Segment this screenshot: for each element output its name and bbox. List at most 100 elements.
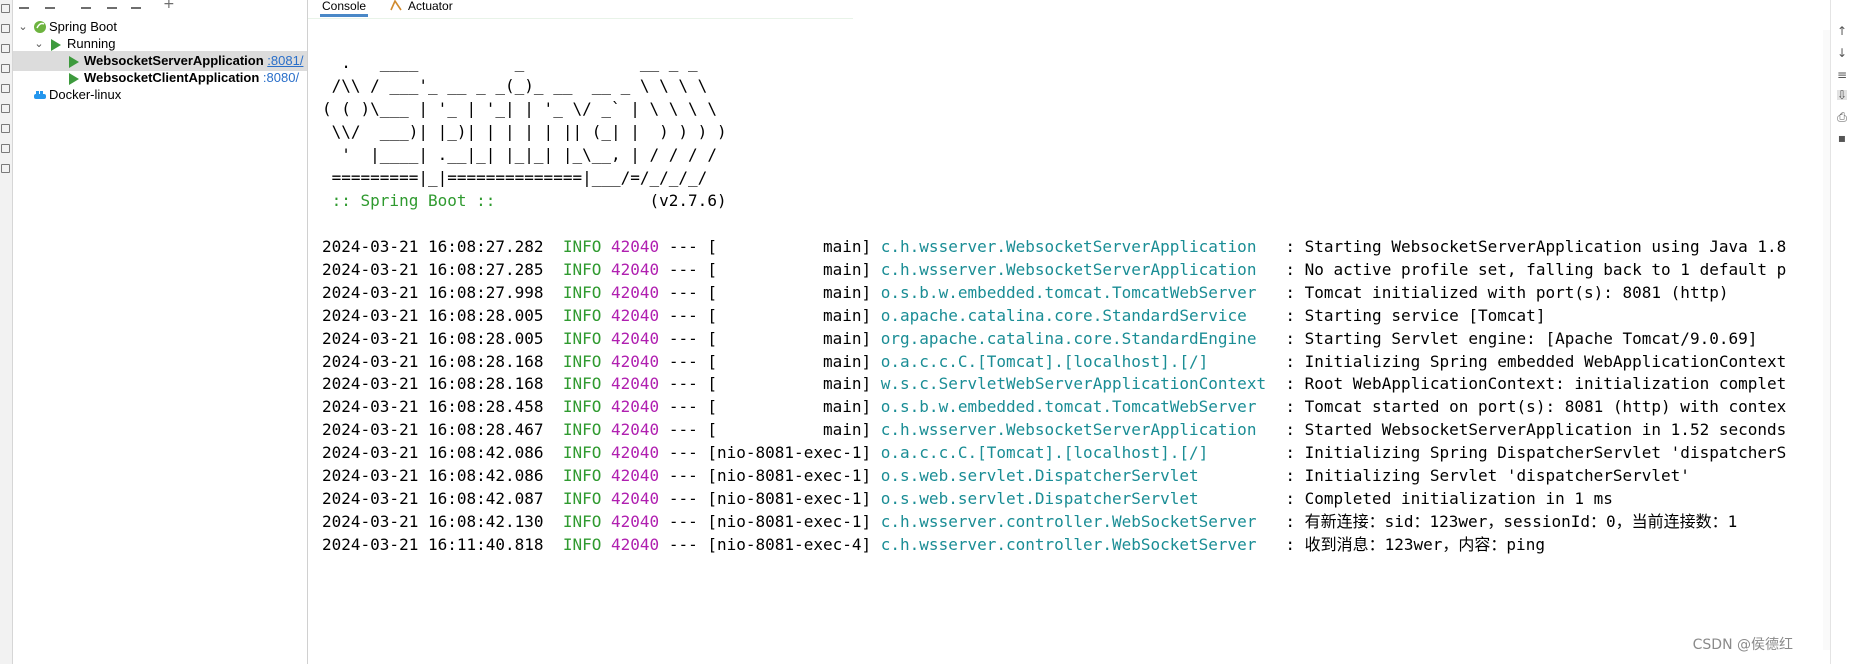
log-timestamp: 2024-03-21 16:08:28.005 xyxy=(322,305,544,325)
services-tree-panel: + ⌄ Spring Boot ⌄ Running WebsocketServe… xyxy=(13,0,308,664)
run-icon xyxy=(69,56,79,68)
pin-icon[interactable] xyxy=(1,164,10,173)
log-timestamp: 2024-03-21 16:08:27.282 xyxy=(322,237,544,256)
log-level: INFO xyxy=(562,305,602,325)
log-level: INFO xyxy=(562,534,602,554)
app-name: WebsocketClientApplication xyxy=(84,70,260,85)
port-link[interactable]: :8080/ xyxy=(263,70,299,85)
log-logger: o.s.web.servlet.DispatcherServlet xyxy=(880,488,1276,508)
log-level: INFO xyxy=(562,237,602,256)
tree-toolbar: + xyxy=(13,0,307,14)
add-service-icon[interactable]: + xyxy=(163,0,175,11)
soft-wrap-icon[interactable]: ≡ xyxy=(1837,69,1847,81)
collapse-icon[interactable] xyxy=(1,4,10,13)
log-level: INFO xyxy=(562,488,602,508)
log-timestamp: 2024-03-21 16:08:27.285 xyxy=(322,259,544,279)
log-separator: --- xyxy=(668,397,698,417)
log-thread: [ main] xyxy=(707,282,872,302)
log-pid: 42040 xyxy=(611,305,660,325)
log-thread: [ main] xyxy=(707,397,872,417)
expand-all-icon[interactable] xyxy=(19,0,29,9)
log-message: : Starting Servlet engine: [Apache Tomca… xyxy=(1285,328,1758,348)
log-thread: [ main] xyxy=(707,374,872,394)
arrow-down-icon[interactable]: ↓ xyxy=(1837,47,1847,59)
left-action-strip xyxy=(0,0,13,664)
log-logger: o.s.b.w.embedded.tomcat.TomcatWebServer xyxy=(880,397,1276,417)
trash-icon[interactable]: ▪ xyxy=(1837,132,1847,144)
group-icon[interactable] xyxy=(81,0,91,9)
log-pid: 42040 xyxy=(611,282,660,302)
arrow-up-icon[interactable]: ↑ xyxy=(1837,25,1847,37)
banner-version: (v2.7.6) xyxy=(649,191,727,210)
log-pid: 42040 xyxy=(611,488,660,508)
log-pid: 42040 xyxy=(611,237,660,256)
log-pid: 42040 xyxy=(611,534,660,554)
log-logger: o.apache.catalina.core.StandardService xyxy=(880,305,1276,325)
log-logger: org.apache.catalina.core.StandardEngine xyxy=(880,328,1276,348)
log-pid: 42040 xyxy=(611,511,660,531)
banner-line: =========|_|==============|___/=/_/_/_/ xyxy=(322,168,708,187)
log-timestamp: 2024-03-21 16:08:42.130 xyxy=(322,511,544,531)
print-icon[interactable]: ⎙ xyxy=(1837,111,1847,123)
log-logger: w.s.c.ServletWebServerApplicationContext xyxy=(880,374,1276,394)
log-pid: 42040 xyxy=(611,259,660,279)
layout-icon[interactable] xyxy=(1,124,10,133)
log-logger: o.a.c.c.C.[Tomcat].[localhost].[/] xyxy=(880,351,1276,371)
log-logger: o.s.web.servlet.DispatcherServlet xyxy=(880,466,1276,485)
log-pid: 42040 xyxy=(611,351,660,371)
log-thread: [ main] xyxy=(707,305,872,325)
log-thread: [ main] xyxy=(707,328,872,348)
port-link[interactable]: :8081/ xyxy=(267,53,303,68)
filter-icon[interactable] xyxy=(107,0,117,9)
jump-to-source-icon[interactable] xyxy=(131,0,141,9)
log-logger: o.s.b.w.embedded.tomcat.TomcatWebServer xyxy=(880,282,1276,302)
log-thread: [nio-8081-exec-1] xyxy=(707,466,872,485)
log-separator: --- xyxy=(668,282,698,302)
scroll-to-end-icon[interactable]: ⇩ xyxy=(1837,89,1847,101)
log-message: : Initializing Spring DispatcherServlet … xyxy=(1285,443,1787,463)
log-thread: [ main] xyxy=(707,420,872,440)
log-message: : 有新连接：sid：123wer，sessionId：0，当前连接数：1 xyxy=(1285,511,1738,531)
log-message: : No active profile set, falling back to… xyxy=(1285,259,1787,279)
log-message: : Root WebApplicationContext: initializa… xyxy=(1285,374,1787,394)
run-icon xyxy=(51,39,61,51)
tab-console[interactable]: Console xyxy=(320,0,369,17)
log-thread: [nio-8081-exec-1] xyxy=(707,488,872,508)
restore-icon[interactable] xyxy=(1,144,10,153)
log-message: : Tomcat initialized with port(s): 8081 … xyxy=(1285,282,1729,302)
collapse-all-icon[interactable] xyxy=(45,0,55,9)
log-line: 2024-03-21 16:08:27.285 INFO 42040 --- [… xyxy=(322,259,1787,279)
log-line: 2024-03-21 16:08:28.005 INFO 42040 --- [… xyxy=(322,328,1758,348)
spring-boot-icon xyxy=(34,21,46,33)
log-line: 2024-03-21 16:08:42.087 INFO 42040 --- [… xyxy=(322,488,1613,508)
console-output[interactable]: . ____ _ __ _ _ /\\ / ___'_ __ _ _(_)_ _… xyxy=(308,19,1830,664)
rerun-icon[interactable] xyxy=(1,24,10,33)
banner-line: \\/ ___)| |_)| | | | | || (_| | ) ) ) ) xyxy=(322,122,727,141)
settings-icon[interactable] xyxy=(1,104,10,113)
stop-icon[interactable] xyxy=(1,44,10,53)
log-timestamp: 2024-03-21 16:08:28.467 xyxy=(322,420,544,440)
banner-line: ' |____| .__|_| |_|_| |_\__, | / / / / xyxy=(322,145,717,164)
log-level: INFO xyxy=(562,282,602,302)
banner-brand: :: Spring Boot :: xyxy=(322,191,496,210)
debug-icon[interactable] xyxy=(1,64,10,73)
docker-icon xyxy=(34,91,46,99)
log-timestamp: 2024-03-21 16:08:42.087 xyxy=(322,488,544,508)
log-separator: --- xyxy=(668,237,698,256)
console-tab-bar: Console Actuator xyxy=(308,0,853,20)
tab-actuator[interactable]: Actuator xyxy=(388,0,453,14)
banner-line: . ____ _ __ _ _ xyxy=(322,53,698,72)
filter-icon[interactable] xyxy=(1,84,10,93)
log-timestamp: 2024-03-21 16:08:42.086 xyxy=(322,466,544,485)
log-thread: [nio-8081-exec-1] xyxy=(707,443,872,463)
log-timestamp: 2024-03-21 16:08:28.458 xyxy=(322,397,544,417)
log-thread: [nio-8081-exec-1] xyxy=(707,511,872,531)
log-line: 2024-03-21 16:08:42.130 INFO 42040 --- [… xyxy=(322,511,1738,531)
watermark: CSDN @侯德红 xyxy=(1692,637,1793,653)
log-message: : Tomcat started on port(s): 8081 (http)… xyxy=(1285,397,1787,417)
tree-node-docker[interactable]: Docker-linux xyxy=(13,85,307,105)
log-thread: [ main] xyxy=(707,237,872,256)
log-thread: [nio-8081-exec-4] xyxy=(707,534,872,554)
log-line: 2024-03-21 16:08:27.282 INFO 42040 --- [… xyxy=(322,238,1786,256)
log-logger: c.h.wsserver.controller.WebSocketServer xyxy=(880,511,1276,531)
